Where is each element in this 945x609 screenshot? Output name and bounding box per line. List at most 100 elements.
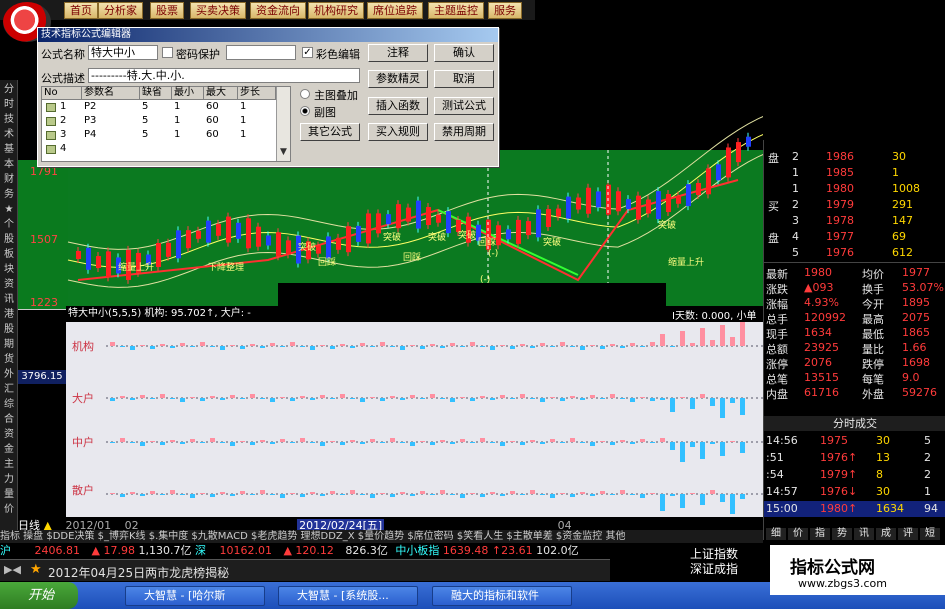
side-tool-icon[interactable]: 股 <box>1 324 17 336</box>
top-menu-item[interactable]: 分析家 <box>98 2 143 19</box>
table-cell[interactable]: 5 <box>140 100 148 114</box>
panel-tab[interactable]: 势 <box>832 528 852 540</box>
panel-tab[interactable]: 指 <box>810 528 830 540</box>
table-cell[interactable] <box>140 142 142 156</box>
indicator-bar <box>550 494 555 498</box>
side-tool-icon[interactable]: 讯 <box>1 294 17 306</box>
test-formula-button[interactable]: 测试公式 <box>434 97 494 115</box>
top-menu-item[interactable]: 首页 <box>64 2 98 19</box>
password-input[interactable] <box>226 45 296 60</box>
table-cell[interactable]: 2 <box>58 114 66 128</box>
side-tool-icon[interactable]: 基 <box>1 144 17 156</box>
table-cell[interactable]: 5 <box>140 128 148 142</box>
table-cell[interactable]: P4 <box>82 128 96 142</box>
table-cell[interactable]: 1 <box>238 100 246 114</box>
news-arrows-icon[interactable]: ▶◀ <box>4 563 21 576</box>
side-tool-icon[interactable]: 量 <box>1 489 17 501</box>
side-tool-icon[interactable]: 汇 <box>1 384 17 396</box>
side-tool-icon[interactable]: 板 <box>1 249 17 261</box>
table-cell[interactable]: 5 <box>140 114 148 128</box>
indicator-pane[interactable] <box>66 322 763 517</box>
table-cell[interactable] <box>204 142 206 156</box>
top-menu-item[interactable]: 服务 <box>488 2 522 19</box>
buy-rule-button[interactable]: 买入规则 <box>368 123 428 141</box>
table-scrollbar[interactable]: ▼ <box>276 87 290 161</box>
panel-tab[interactable]: 价 <box>788 528 808 540</box>
comment-button[interactable]: 注释 <box>368 44 428 62</box>
table-cell[interactable]: 1 <box>238 128 246 142</box>
top-menu-item[interactable]: 资金流向 <box>250 2 306 19</box>
side-tool-icon[interactable]: 资 <box>1 429 17 441</box>
top-menu-item[interactable]: 买卖决策 <box>190 2 246 19</box>
side-tool-icon[interactable]: 块 <box>1 264 17 276</box>
indicator-bar <box>710 490 715 494</box>
news-bar[interactable]: ▶◀ ★ 2012年04月25日两市龙虎榜揭秘 <box>0 559 610 581</box>
insert-function-button[interactable]: 插入函数 <box>368 97 428 115</box>
side-tool-icon[interactable]: 股 <box>1 234 17 246</box>
table-cell[interactable]: 1 <box>172 128 180 142</box>
panel-tab[interactable]: 短 <box>920 528 940 540</box>
side-tool-icon[interactable]: 货 <box>1 354 17 366</box>
side-tool-icon[interactable]: 力 <box>1 474 17 486</box>
top-menu-item[interactable]: 股票 <box>150 2 184 19</box>
table-cell[interactable]: P2 <box>82 100 96 114</box>
news-headline[interactable]: 2012年04月25日两市龙虎榜揭秘 <box>48 564 229 581</box>
table-cell[interactable]: 4 <box>58 142 66 156</box>
side-tool-icon[interactable]: 合 <box>1 414 17 426</box>
side-tool-icon[interactable]: 港 <box>1 309 17 321</box>
param-wizard-button[interactable]: 参数精灵 <box>368 70 428 88</box>
other-formula-button[interactable]: 其它公式 <box>300 123 360 141</box>
table-cell[interactable]: P3 <box>82 114 96 128</box>
task-dazhihui-1[interactable]: 大智慧 - [哈尔斯 <box>125 586 265 606</box>
table-cell[interactable] <box>238 142 240 156</box>
cancel-button[interactable]: 取消 <box>434 70 494 88</box>
candle-body <box>316 245 321 254</box>
task-dazhihui-2[interactable]: 大智慧 - [系统股... <box>278 586 418 606</box>
side-tool-icon[interactable]: 价 <box>1 504 17 516</box>
side-tool-icon[interactable]: 个 <box>1 219 17 231</box>
side-tool-icon[interactable]: 主 <box>1 459 17 471</box>
formula-name-input[interactable]: 特大中小 <box>88 45 158 60</box>
side-tool-icon[interactable]: 资 <box>1 279 17 291</box>
confirm-button[interactable]: 确认 <box>434 44 494 62</box>
table-cell[interactable]: 60 <box>204 100 219 114</box>
color-edit-checkbox[interactable]: ✓ <box>302 47 313 58</box>
side-tool-icon[interactable]: 时 <box>1 99 17 111</box>
side-tool-icon[interactable]: 本 <box>1 159 17 171</box>
side-tool-icon[interactable]: 术 <box>1 129 17 141</box>
indicator-tabs[interactable]: 指标 操盘 $DDE决策 $_博弈K线 $.集中度 $九散MACD $老虎趋势 … <box>0 530 763 543</box>
table-cell[interactable] <box>82 142 84 156</box>
side-tool-icon[interactable]: 财 <box>1 174 17 186</box>
panel-tab[interactable]: 评 <box>898 528 918 540</box>
side-tool-icon[interactable]: 务 <box>1 189 17 201</box>
formula-desc-input[interactable]: ---------特.大.中.小. <box>88 68 360 83</box>
panel-tab[interactable]: 成 <box>876 528 896 540</box>
table-cell[interactable]: 1 <box>238 114 246 128</box>
table-cell[interactable]: 60 <box>204 114 219 128</box>
sub-chart-radio[interactable] <box>300 106 310 116</box>
start-button[interactable]: 开始 <box>0 582 78 609</box>
panel-tab[interactable]: 讯 <box>854 528 874 540</box>
password-checkbox[interactable] <box>162 47 173 58</box>
disable-period-button[interactable]: 禁用周期 <box>434 123 494 141</box>
table-cell[interactable]: 3 <box>58 128 66 142</box>
side-tool-icon[interactable]: ★ <box>1 204 17 216</box>
table-cell[interactable]: 1 <box>172 100 180 114</box>
panel-tab[interactable]: 细 <box>766 528 786 540</box>
table-cell[interactable] <box>172 142 174 156</box>
task-folder[interactable]: 融大的指标和软件 <box>432 586 572 606</box>
side-tool-icon[interactable]: 综 <box>1 399 17 411</box>
side-tool-icon[interactable]: 金 <box>1 444 17 456</box>
top-menu-item[interactable]: 机构研究 <box>308 2 364 19</box>
side-tool-icon[interactable]: 技 <box>1 114 17 126</box>
main-overlay-radio[interactable] <box>300 89 310 99</box>
side-tool-icon[interactable]: 期 <box>1 339 17 351</box>
table-cell[interactable]: 1 <box>58 100 66 114</box>
top-menu-item[interactable]: 主题监控 <box>428 2 484 19</box>
side-tool-icon[interactable]: 外 <box>1 369 17 381</box>
side-tool-icon[interactable]: 分 <box>1 84 17 96</box>
table-cell[interactable]: 1 <box>172 114 180 128</box>
parameter-table[interactable]: No 参数名 缺省 最小 最大 步长 1 P2 5 1 60 1 2 P3 5 1 60 1 3 P4 5 1 60 1 4 ▼ <box>41 86 291 162</box>
table-cell[interactable]: 60 <box>204 128 219 142</box>
top-menu-item[interactable]: 席位追踪 <box>367 2 423 19</box>
